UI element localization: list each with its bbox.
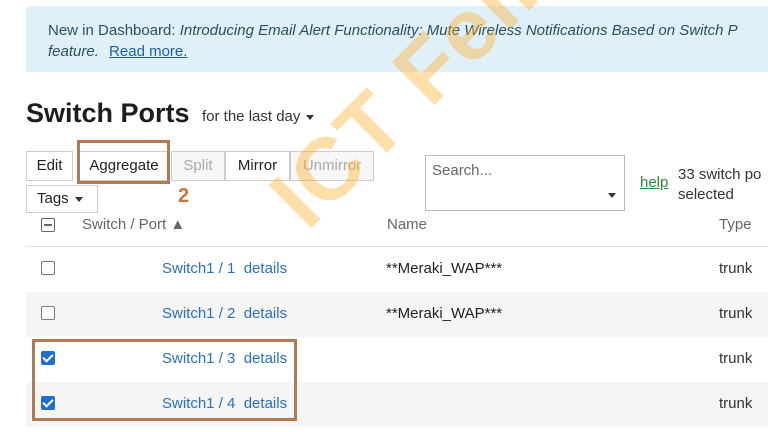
port-type: trunk: [719, 350, 753, 367]
page-title: Switch Ports: [26, 98, 190, 128]
port-link[interactable]: Switch1 / 2 details: [162, 305, 287, 322]
search-placeholder: Search...: [432, 162, 493, 179]
edit-button[interactable]: Edit: [26, 151, 73, 181]
banner-prefix: New in Dashboard:: [48, 22, 180, 39]
table-row: Switch1 / 1 details **Meraki_WAP*** trun…: [26, 247, 768, 292]
annotation-2: 2: [178, 185, 190, 207]
column-header-type[interactable]: Type: [719, 216, 752, 233]
chevron-down-icon: [74, 196, 83, 202]
port-name: **Meraki_WAP***: [386, 305, 503, 322]
column-header-port[interactable]: Switch / Port ▲: [82, 216, 185, 233]
mirror-button[interactable]: Mirror: [225, 151, 290, 181]
chevron-down-icon: [306, 114, 315, 120]
announcement-banner: New in Dashboard: Introducing Email Aler…: [26, 6, 768, 72]
selection-line1: 33 switch po: [678, 166, 762, 183]
selection-line2: selected: [678, 186, 734, 203]
port-link[interactable]: Switch1 / 1 details: [162, 260, 287, 277]
annotation-box-1: [32, 339, 297, 421]
column-header-name[interactable]: Name: [387, 216, 427, 233]
time-range-label: for the last day: [202, 108, 301, 125]
tags-label: Tags: [37, 190, 69, 207]
sort-ascending-icon: ▲: [170, 216, 186, 233]
unmirror-button[interactable]: Unmirror: [290, 151, 374, 181]
search-input[interactable]: Search...: [425, 155, 625, 211]
port-type: trunk: [719, 305, 753, 322]
details-link[interactable]: details: [244, 260, 287, 277]
tags-dropdown[interactable]: Tags: [26, 185, 98, 213]
chevron-down-icon[interactable]: [608, 193, 616, 198]
row-checkbox[interactable]: [41, 306, 55, 320]
row-checkbox[interactable]: [41, 261, 55, 275]
split-button[interactable]: Split: [171, 151, 225, 181]
details-link[interactable]: details: [244, 305, 287, 322]
time-range-dropdown[interactable]: for the last day: [202, 108, 315, 125]
select-all-checkbox[interactable]: [41, 218, 55, 232]
port-type: trunk: [719, 395, 753, 412]
selection-count: 33 switch po selected: [678, 165, 761, 205]
table-row: Switch1 / 2 details **Meraki_WAP*** trun…: [26, 292, 768, 337]
read-more-link[interactable]: Read more.: [109, 43, 187, 60]
banner-headline-cont: feature.: [48, 43, 99, 60]
help-link[interactable]: help: [640, 174, 668, 191]
annotation-box-2: [77, 140, 170, 184]
port-type: trunk: [719, 260, 753, 277]
port-name: **Meraki_WAP***: [386, 260, 503, 277]
banner-headline: Introducing Email Alert Functionality: M…: [179, 22, 738, 39]
banner-text: New in Dashboard: Introducing Email Aler…: [48, 20, 768, 62]
